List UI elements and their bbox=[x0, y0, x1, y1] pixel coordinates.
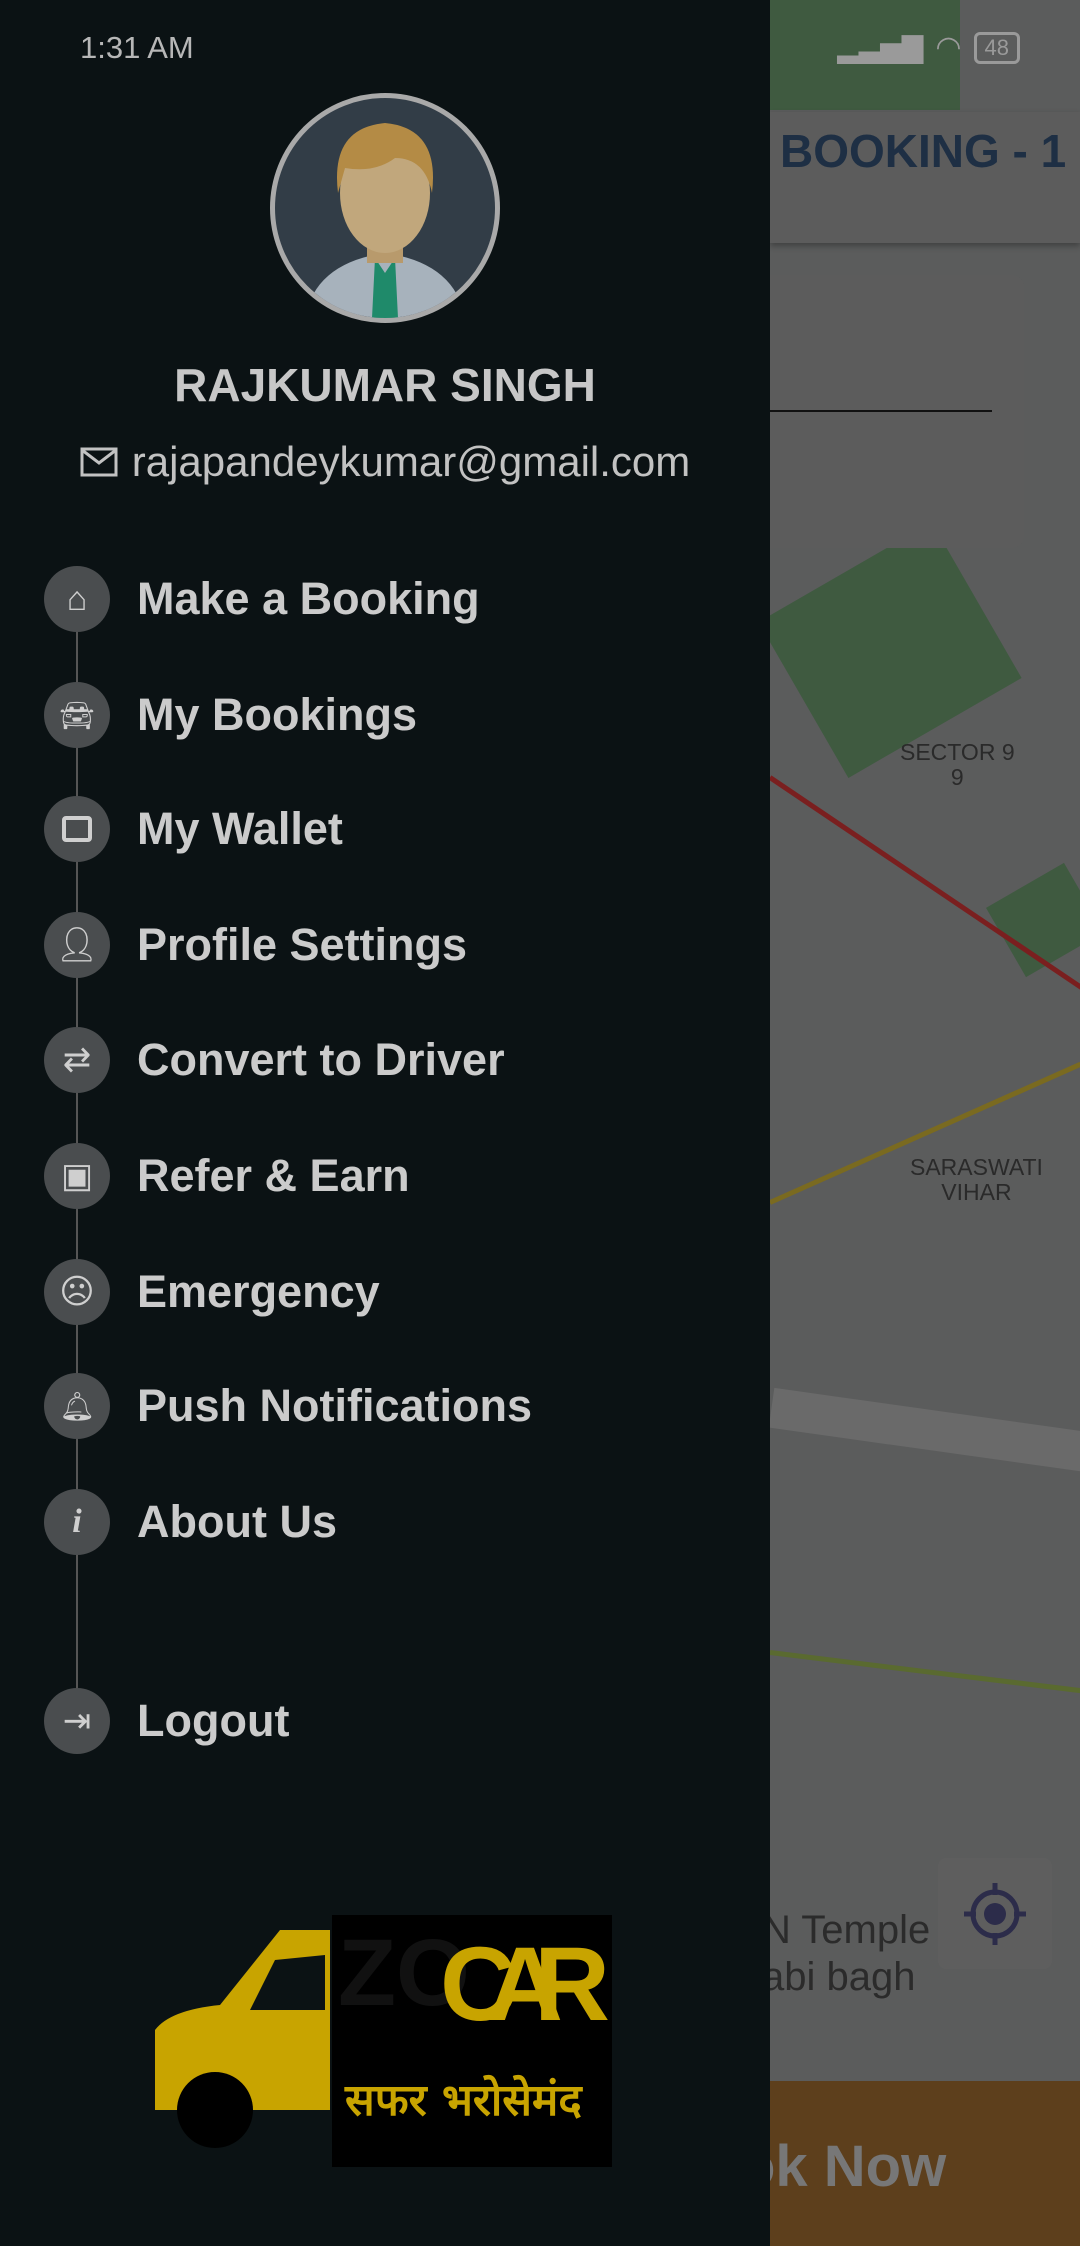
location-card[interactable] bbox=[740, 275, 1024, 548]
booking-title: BOOKING - 1 bbox=[780, 125, 1067, 177]
navigation-drawer: 1:31 AM RAJKUMAR SINGH rajapandeykumar@g… bbox=[0, 0, 770, 2246]
sad-face-icon: ☹ bbox=[44, 1259, 110, 1325]
signal-icon: ▂▃▅▇ bbox=[837, 32, 924, 63]
car-icon: 🚘︎ bbox=[44, 682, 110, 748]
menu-item-emergency[interactable]: ☹ Emergency bbox=[44, 1259, 380, 1325]
logo-car: CAR bbox=[440, 1926, 610, 2043]
logo-tagline: सफर भरोसेमंद bbox=[344, 2074, 583, 2126]
map-road bbox=[768, 1387, 1080, 1473]
money-icon: ▣ bbox=[44, 1143, 110, 1209]
map-rail bbox=[769, 1650, 1080, 1694]
status-icons: ▂▃▅▇ ◠ 48 bbox=[837, 30, 1020, 65]
user-email: rajapandeykumar@gmail.com bbox=[0, 438, 770, 486]
person-avatar-icon bbox=[305, 123, 465, 318]
avatar[interactable] bbox=[270, 93, 500, 323]
divider bbox=[770, 410, 992, 412]
my-location-button[interactable] bbox=[938, 1858, 1052, 1969]
status-time: 1:31 AM bbox=[80, 30, 194, 65]
zocar-logo: ZO CAR सफर भरोसेमंद bbox=[150, 1910, 620, 2175]
menu-item-profile-settings[interactable]: 👤︎ Profile Settings bbox=[44, 912, 467, 978]
info-icon: i bbox=[44, 1489, 110, 1555]
map-label: N Temple bbox=[762, 1908, 931, 1952]
bell-icon: 🔔︎ bbox=[44, 1373, 110, 1439]
menu-item-refer-earn[interactable]: ▣ Refer & Earn bbox=[44, 1143, 410, 1209]
add-person-icon: 👤︎ bbox=[44, 912, 110, 978]
mail-icon bbox=[80, 447, 118, 477]
map-label: SARASWATI VIHAR bbox=[910, 1154, 1043, 1206]
booking-header: BOOKING - 1 bbox=[770, 112, 1080, 243]
map-park bbox=[986, 862, 1080, 978]
map-label: SECTOR 9 9 bbox=[900, 739, 1015, 791]
menu-item-my-wallet[interactable]: My Wallet bbox=[44, 796, 343, 862]
wallet-icon bbox=[44, 796, 110, 862]
menu-item-about-us[interactable]: i About Us bbox=[44, 1489, 337, 1555]
menu-item-convert-to-driver[interactable]: ⇄ Convert to Driver bbox=[44, 1027, 505, 1093]
menu-item-make-booking[interactable]: ⌂ Make a Booking bbox=[44, 566, 480, 632]
crosshair-icon bbox=[964, 1882, 1026, 1945]
swap-icon: ⇄ bbox=[44, 1027, 110, 1093]
menu-item-push-notifications[interactable]: 🔔︎ Push Notifications bbox=[44, 1373, 532, 1439]
logout-button[interactable]: ⇥ Logout bbox=[44, 1688, 289, 1754]
user-name: RAJKUMAR SINGH bbox=[174, 359, 596, 411]
battery-icon: 48 bbox=[973, 31, 1020, 64]
logout-icon: ⇥ bbox=[44, 1688, 110, 1754]
map-label: abi bagh bbox=[762, 1955, 916, 1999]
wifi-icon: ◠ bbox=[935, 31, 962, 64]
book-now-button[interactable]: ok Now bbox=[740, 2081, 1080, 2246]
menu-item-my-bookings[interactable]: 🚘︎ My Bookings bbox=[44, 682, 417, 748]
home-icon: ⌂ bbox=[44, 566, 110, 632]
